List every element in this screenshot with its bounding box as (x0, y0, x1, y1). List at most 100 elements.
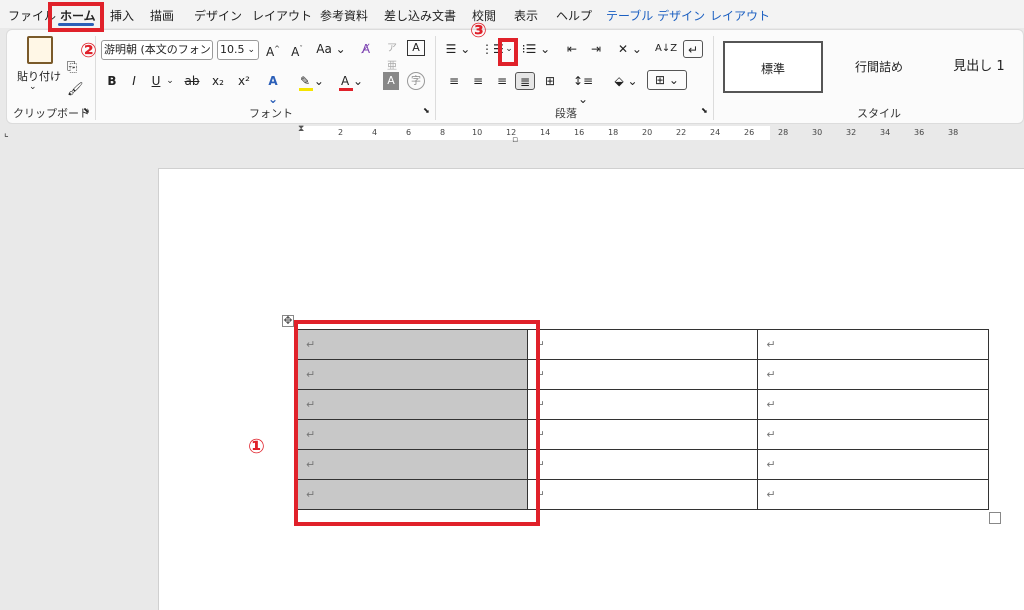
character-border-icon[interactable]: A (407, 40, 425, 56)
line-spacing-icon[interactable]: ↕≡ ⌄ (567, 72, 599, 106)
ruler-tick: 36 (914, 128, 925, 137)
annotation-number-2: ② (80, 38, 97, 62)
annotation-number-3: ③ (470, 18, 487, 42)
underline-dropdown-icon[interactable]: ⌄ (165, 72, 175, 90)
distributed-icon[interactable]: ⊞ (541, 72, 559, 90)
clear-formatting-icon[interactable]: A̸ (357, 40, 375, 58)
grow-font-button[interactable]: A^ (265, 40, 281, 59)
format-painter-icon[interactable]: 🖌 (67, 82, 84, 97)
paragraph-group-label: 段落 (555, 107, 577, 120)
font-size-select[interactable]: 10.5 ⌄ (217, 40, 259, 60)
ruler-tick: 30 (812, 128, 823, 137)
text-effects-icon[interactable]: A ⌄ (263, 72, 283, 106)
style-heading-1[interactable]: 見出し 1 (933, 41, 1024, 93)
justify-icon[interactable]: ≣ (515, 72, 535, 90)
ruler-margin-area (300, 126, 770, 140)
decrease-indent-icon[interactable]: ⇤ (563, 40, 581, 58)
vertical-ruler[interactable] (0, 150, 22, 610)
increase-indent-icon[interactable]: ⇥ (587, 40, 605, 58)
table-cell[interactable]: ↵ (526, 449, 759, 480)
table-cell[interactable]: ↵ (526, 359, 759, 390)
tab-design[interactable]: デザイン (194, 7, 242, 24)
phonetic-guide-icon[interactable]: ア亜 (383, 40, 401, 72)
font-color-button[interactable]: A ⌄ (337, 72, 367, 91)
indent-marker-icon[interactable]: ⧗ (298, 124, 304, 134)
column-marker-icon[interactable]: ▫ (512, 135, 518, 145)
clipboard-group-label: クリップボード (13, 107, 90, 120)
underline-button[interactable]: U (149, 72, 163, 90)
ruler-tick: 22 (676, 128, 687, 137)
bullets-button[interactable]: ☰ ⌄ (443, 40, 473, 58)
font-group-label: フォント (249, 107, 293, 120)
annotation-number-1: ① (248, 434, 265, 458)
table-cell[interactable]: ↵ (526, 479, 759, 510)
tab-view[interactable]: 表示 (514, 7, 538, 24)
tab-help[interactable]: ヘルプ (556, 7, 592, 24)
ruler-tick: 24 (710, 128, 721, 137)
align-right-icon[interactable]: ≡ (493, 72, 511, 90)
separator (713, 36, 714, 120)
tab-layout[interactable]: レイアウト (252, 7, 312, 24)
shrink-font-button[interactable]: Aˇ (289, 40, 305, 59)
styles-group-label: スタイル (857, 107, 901, 120)
table-cell[interactable]: ↵ (757, 329, 989, 360)
table-cell[interactable]: ↵ (526, 329, 759, 360)
change-case-button[interactable]: Aa ⌄ (315, 40, 347, 58)
borders-icon[interactable]: ⊞ ⌄ (647, 70, 687, 90)
table-move-handle-icon[interactable]: ✥ (282, 315, 294, 327)
subscript-button[interactable]: x₂ (209, 72, 227, 90)
table-resize-handle-icon[interactable] (989, 512, 1001, 524)
tab-table-design[interactable]: テーブル デザイン (606, 7, 705, 24)
ruler-tick: 14 (540, 128, 551, 137)
align-left-icon[interactable]: ≡ (445, 72, 463, 90)
shading-icon[interactable]: ⬙ ⌄ (611, 72, 641, 90)
tab-insert[interactable]: 挿入 (110, 7, 134, 24)
align-center-icon[interactable]: ≡ (469, 72, 487, 90)
style-no-spacing[interactable]: 行間詰め (829, 41, 929, 93)
enclose-characters-icon[interactable]: 字 (407, 72, 425, 90)
copy-icon[interactable]: ⎘ (67, 60, 77, 75)
table-cell[interactable]: ↵ (526, 389, 759, 420)
tab-mailings[interactable]: 差し込み文書 (384, 7, 456, 24)
paste-icon[interactable] (27, 36, 53, 64)
superscript-button[interactable]: x² (235, 72, 253, 90)
ruler-tick: 2 (338, 128, 344, 137)
annotation-box-numbering-dropdown (498, 38, 518, 66)
font-name-select[interactable]: 游明朝 (本文のフォン (101, 40, 213, 60)
asian-layout-icon[interactable]: ✕ ⌄ (615, 40, 645, 58)
ruler-tick: 18 (608, 128, 619, 137)
character-shading-icon[interactable]: A (383, 72, 399, 90)
table-cell[interactable]: ↵ (757, 359, 989, 390)
ruler-tick: 38 (948, 128, 959, 137)
tab-draw[interactable]: 描画 (150, 7, 174, 24)
ruler-tick: 10 (472, 128, 483, 137)
multilevel-list-button[interactable]: ⁝☰ ⌄ (521, 40, 551, 58)
highlight-color-button[interactable]: ✎ ⌄ (297, 72, 327, 91)
paste-label[interactable]: 貼り付け (17, 68, 61, 84)
table-cell[interactable]: ↵ (757, 449, 989, 480)
ruler-tick: 6 (406, 128, 412, 137)
italic-button[interactable]: I (127, 72, 141, 90)
ruler-tick: 8 (440, 128, 446, 137)
paste-dropdown-icon[interactable]: ⌄ (29, 82, 37, 92)
clipboard-launcher-icon[interactable]: ⬊ (83, 106, 90, 115)
tab-table-layout[interactable]: レイアウト (710, 7, 770, 24)
font-launcher-icon[interactable]: ⬊ (423, 106, 430, 115)
tab-references[interactable]: 参考資料 (320, 7, 368, 24)
menu-bar: ファイル ホーム 挿入 描画 デザイン レイアウト 参考資料 差し込み文書 校閲… (0, 0, 1024, 28)
ruler-tick: 16 (574, 128, 585, 137)
table-cell[interactable]: ↵ (757, 479, 989, 510)
strikethrough-button[interactable]: ab (183, 72, 201, 90)
show-marks-icon[interactable]: ↵ (683, 40, 703, 58)
sort-icon[interactable]: A↓Z (655, 40, 677, 58)
tab-selector-icon[interactable]: ⌞ (4, 128, 9, 139)
table-cell[interactable]: ↵ (526, 419, 759, 450)
paragraph-launcher-icon[interactable]: ⬊ (701, 106, 708, 115)
style-normal[interactable]: 標準 (723, 41, 823, 93)
ruler-tick: 20 (642, 128, 653, 137)
table-cell[interactable]: ↵ (757, 419, 989, 450)
table-cell[interactable]: ↵ (757, 389, 989, 420)
ruler-tick: 28 (778, 128, 789, 137)
annotation-box-home-tab (48, 2, 104, 32)
bold-button[interactable]: B (105, 72, 119, 90)
